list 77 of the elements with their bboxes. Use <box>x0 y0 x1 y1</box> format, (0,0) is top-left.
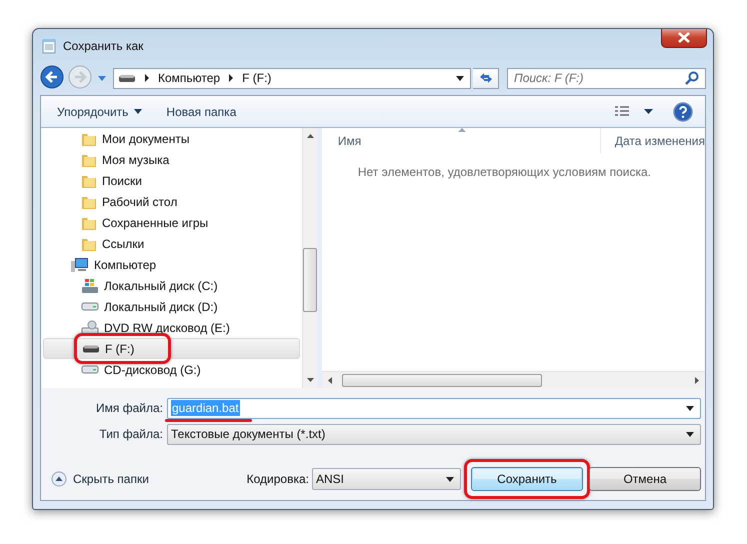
refresh-button[interactable] <box>473 68 499 88</box>
scroll-down-icon[interactable] <box>306 378 314 382</box>
breadcrumb[interactable]: F (F:) <box>242 71 272 85</box>
tree-item[interactable]: Рабочий стол <box>43 191 302 212</box>
breadcrumb-arrow-icon[interactable] <box>144 74 150 82</box>
drive-icon <box>81 302 99 311</box>
encoding-dropdown[interactable]: ANSI <box>312 468 461 490</box>
close-icon <box>677 32 691 43</box>
tree-label: Ссылки <box>102 236 144 250</box>
caret-icon <box>644 109 653 114</box>
dvd-drive-icon <box>81 320 99 336</box>
tree-item[interactable]: Мои документы <box>43 128 302 149</box>
tree-label: Поиски <box>102 174 142 188</box>
vertical-scrollbar[interactable] <box>302 128 318 388</box>
filetype-dropdown[interactable]: Текстовые документы (*.txt) <box>167 424 701 444</box>
sort-arrow-icon <box>458 128 466 132</box>
dropdown-arrow-icon[interactable] <box>456 76 464 80</box>
encoding-label: Кодировка: <box>246 472 309 486</box>
horizontal-scrollbar[interactable] <box>322 371 705 388</box>
tree-label: Сохраненные игры <box>102 216 208 230</box>
tree-item[interactable]: Локальный диск (C:) <box>43 275 302 296</box>
organize-button[interactable]: Упорядочить <box>49 100 150 122</box>
cancel-button[interactable]: Отмена <box>589 467 701 491</box>
window-title: Сохранить как <box>63 39 144 53</box>
history-dropdown-icon[interactable] <box>97 74 107 82</box>
save-button[interactable]: Сохранить <box>471 467 583 491</box>
tree-item[interactable]: Ссылки <box>43 233 302 254</box>
scroll-left-icon[interactable] <box>328 376 332 384</box>
tree-label: F (F:) <box>105 342 134 356</box>
hide-folders-button[interactable]: Скрыть папки <box>51 471 149 487</box>
help-icon <box>673 102 693 122</box>
tree-item[interactable]: Локальный диск (D:) <box>43 296 302 317</box>
breadcrumb-arrow-icon[interactable] <box>228 74 234 82</box>
dropdown-arrow-icon <box>446 476 454 482</box>
tree-label: Компьютер <box>94 258 156 272</box>
tree-label: CD-дисковод (G:) <box>104 362 201 376</box>
tree-item[interactable]: Поиски <box>43 170 302 191</box>
tree-item[interactable]: Сохраненные игры <box>43 212 302 233</box>
list-view-icon <box>614 104 630 118</box>
dropdown-arrow-icon <box>686 406 694 410</box>
caret-icon <box>134 109 142 114</box>
search-icon <box>685 71 699 85</box>
scroll-right-icon[interactable] <box>695 376 699 384</box>
scroll-thumb[interactable] <box>303 248 318 312</box>
refresh-icon <box>478 71 494 85</box>
filename-label: Имя файла: <box>95 401 164 415</box>
column-header[interactable]: Дата изменения <box>600 128 705 153</box>
tree-label: Рабочий стол <box>102 194 178 208</box>
system-drive-icon <box>81 278 99 294</box>
notepad-icon <box>41 38 57 54</box>
back-button[interactable] <box>40 65 66 91</box>
computer-icon <box>71 256 89 272</box>
tree-label: Мои документы <box>102 132 190 146</box>
tree-item[interactable]: F (F:) <box>43 338 300 359</box>
tree-item[interactable]: DVD RW дисковод (E:) <box>43 317 302 338</box>
tree-label: DVD RW дисковод (E:) <box>104 320 230 334</box>
breadcrumb[interactable]: Компьютер <box>158 71 220 85</box>
column-header[interactable]: Имя <box>322 128 601 153</box>
drive-icon <box>82 344 100 352</box>
filetype-label: Тип файла: <box>98 427 164 441</box>
scroll-thumb[interactable] <box>342 374 542 386</box>
drive-icon <box>81 365 99 374</box>
tree-label: Локальный диск (C:) <box>104 278 218 292</box>
tree-item[interactable]: Компьютер <box>43 254 302 275</box>
dropdown-arrow-icon <box>686 432 694 436</box>
tree-label: Локальный диск (D:) <box>104 300 218 314</box>
tree-item[interactable]: CD-дисковод (G:) <box>43 359 302 380</box>
search-field[interactable]: Поиск: F (F:) <box>507 68 706 88</box>
new-folder-button[interactable]: Новая папка <box>158 100 244 122</box>
tree-label: Моя музыка <box>102 152 170 166</box>
empty-message: Нет элементов, удовлетворяющих условиям поиска. <box>356 164 652 179</box>
drive-icon <box>118 73 136 83</box>
close-button[interactable] <box>661 29 707 48</box>
scroll-up-icon[interactable] <box>306 134 314 138</box>
address-bar[interactable]: Компьютер F (F:) <box>113 68 471 88</box>
tree-item[interactable]: Моя музыка <box>43 149 302 170</box>
collapse-icon <box>51 471 67 487</box>
